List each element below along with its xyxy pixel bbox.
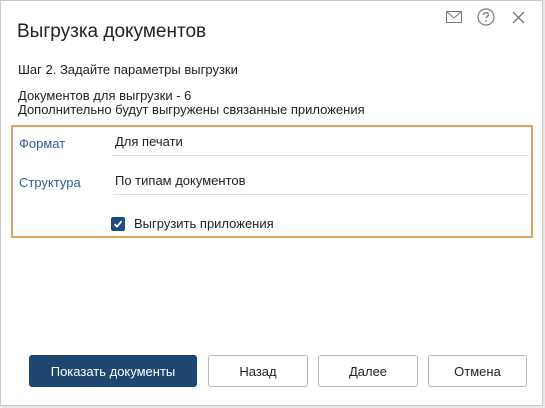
attachments-note: Дополнительно будут выгружены связанные … (18, 102, 365, 117)
export-attachments-label: Выгрузить приложения (134, 216, 274, 231)
format-field[interactable]: Для печати (113, 133, 529, 156)
step-caption: Шаг 2. Задайте параметры выгрузки (18, 62, 238, 77)
back-button[interactable]: Назад (208, 355, 308, 387)
structure-value: По типам документов (115, 173, 246, 188)
dialog-title: Выгрузка документов (17, 21, 207, 42)
mail-icon[interactable] (444, 7, 464, 27)
structure-label: Структура (19, 175, 81, 190)
cancel-button[interactable]: Отмена (428, 355, 527, 387)
export-parameters-panel: Формат Для печати Структура По типам док… (11, 125, 533, 238)
format-value: Для печати (115, 134, 183, 149)
next-button[interactable]: Далее (318, 355, 418, 387)
export-dialog: Выгрузка документов Шаг 2. Задайте парам… (0, 0, 543, 406)
help-icon[interactable] (476, 7, 496, 27)
format-label: Формат (19, 136, 66, 151)
close-icon[interactable] (508, 7, 528, 27)
title-bar-icons (444, 7, 528, 27)
export-attachments-checkbox[interactable] (111, 216, 125, 231)
documents-count: Документов для выгрузки - 6 (18, 88, 192, 103)
show-documents-button[interactable]: Показать документы (29, 355, 197, 387)
structure-field[interactable]: По типам документов (113, 172, 529, 195)
checkmark-icon (113, 220, 123, 228)
export-attachments-option[interactable]: Выгрузить приложения (111, 216, 274, 231)
